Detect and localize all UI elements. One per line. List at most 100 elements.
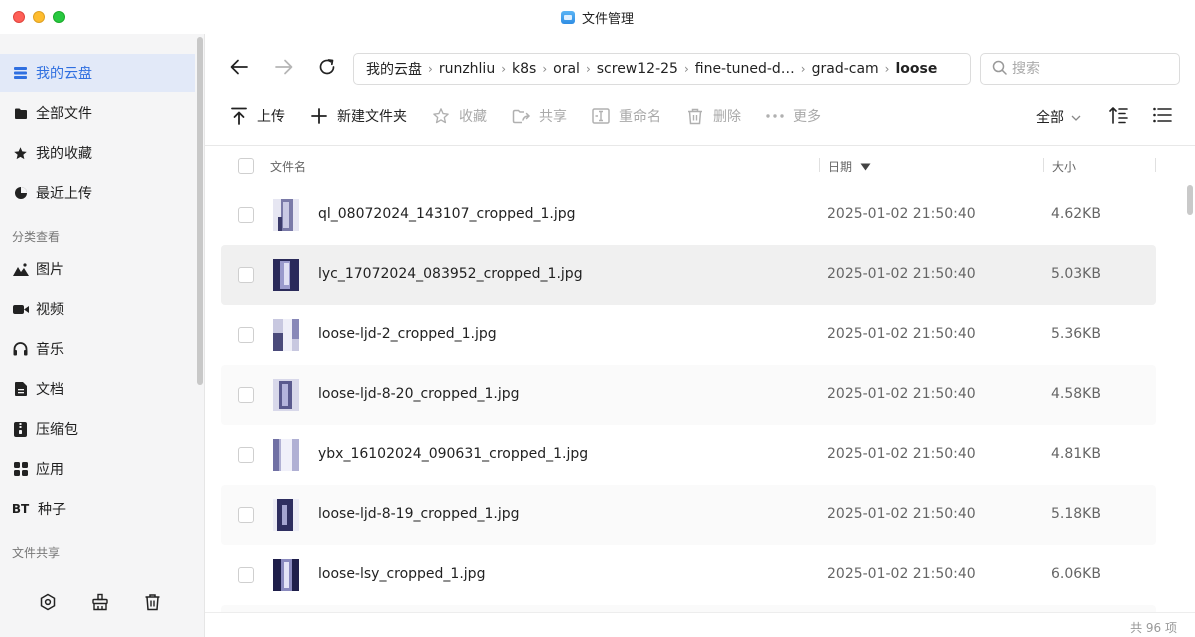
breadcrumb-current: loose xyxy=(895,61,938,77)
file-size: 4.62KB xyxy=(1051,206,1101,222)
table-row[interactable]: loose-ljd-8-20_cropped_1.jpg 2025-01-02 … xyxy=(221,365,1156,425)
image-thumbnail xyxy=(273,559,299,591)
trash-icon[interactable] xyxy=(143,592,162,611)
row-checkbox[interactable] xyxy=(238,507,254,523)
breadcrumb-item[interactable]: screw12-25 xyxy=(597,61,678,77)
main-scrollbar[interactable] xyxy=(1187,185,1193,215)
window-title: 文件管理 xyxy=(560,8,634,27)
chevron-right-icon: › xyxy=(683,62,689,76)
column-header-size[interactable]: 大小 xyxy=(1052,158,1076,175)
image-thumbnail xyxy=(273,319,299,351)
breadcrumb-item[interactable]: 我的云盘 xyxy=(366,59,422,79)
settings-icon[interactable] xyxy=(39,592,58,611)
row-checkbox[interactable] xyxy=(238,267,254,283)
table-row[interactable]: ybx_16102024_090631_cropped_1.jpg 2025-0… xyxy=(221,425,1156,485)
filter-label: 全部 xyxy=(1036,110,1064,126)
sidebar-item-label: 应用 xyxy=(36,462,64,478)
cleanup-icon[interactable] xyxy=(91,592,110,611)
title-bar: 文件管理 xyxy=(0,0,1195,34)
close-window-button[interactable] xyxy=(13,11,25,23)
refresh-button[interactable] xyxy=(314,56,340,82)
file-size: 6.06KB xyxy=(1051,566,1101,582)
forward-button[interactable] xyxy=(271,56,297,82)
breadcrumb-item[interactable]: fine-tuned-d… xyxy=(695,61,795,77)
chevron-right-icon: › xyxy=(428,62,433,76)
sidebar-item-images[interactable]: 图片 xyxy=(0,250,195,288)
upload-icon xyxy=(229,106,249,126)
new-folder-label: 新建文件夹 xyxy=(337,109,407,125)
arrow-right-icon xyxy=(275,59,293,79)
column-divider[interactable] xyxy=(819,158,820,172)
sidebar-item-music[interactable]: 音乐 xyxy=(0,330,195,368)
sidebar-item-torrents[interactable]: BT 种子 xyxy=(0,490,195,528)
row-checkbox[interactable] xyxy=(238,327,254,343)
table-row[interactable]: ql_08072024_143107_cropped_1.jpg 2025-01… xyxy=(221,185,1156,245)
sidebar-scrollbar[interactable] xyxy=(197,37,203,385)
folder-icon xyxy=(12,105,29,122)
file-size: 4.81KB xyxy=(1051,446,1101,462)
row-checkbox[interactable] xyxy=(238,207,254,223)
sidebar-item-favorites[interactable]: 我的收藏 xyxy=(0,134,195,172)
image-thumbnail xyxy=(273,199,299,231)
sidebar-item-recent[interactable]: 最近上传 xyxy=(0,174,195,212)
column-header-date[interactable]: 日期 xyxy=(828,158,871,175)
sidebar-item-videos[interactable]: 视频 xyxy=(0,290,195,328)
bt-icon: BT xyxy=(11,502,30,516)
select-all-checkbox[interactable] xyxy=(238,158,254,174)
upload-button[interactable]: 上传 xyxy=(229,106,285,126)
sidebar-item-apps[interactable]: 应用 xyxy=(0,450,195,488)
sidebar-item-archives[interactable]: 压缩包 xyxy=(0,410,195,448)
image-thumbnail xyxy=(273,439,299,471)
file-date: 2025-01-02 21:50:40 xyxy=(827,566,976,582)
table-row[interactable]: loose-ljd-2_cropped_1.jpg 2025-01-02 21:… xyxy=(221,305,1156,365)
rename-button[interactable]: 重命名 xyxy=(591,106,661,126)
row-checkbox[interactable] xyxy=(238,447,254,463)
sidebar-item-label: 视频 xyxy=(36,302,64,318)
delete-button[interactable]: 删除 xyxy=(685,106,741,126)
breadcrumb-item[interactable]: runzhliu xyxy=(439,61,495,77)
table-row[interactable] xyxy=(221,605,1156,612)
table-row[interactable]: loose-ljd-8-19_cropped_1.jpg 2025-01-02 … xyxy=(221,485,1156,545)
sidebar-item-documents[interactable]: 文档 xyxy=(0,370,195,408)
more-button[interactable]: 更多 xyxy=(765,106,821,126)
star-icon xyxy=(12,145,29,162)
list-view-button[interactable] xyxy=(1151,106,1173,128)
sidebar-item-my-cloud[interactable]: 我的云盘 xyxy=(0,54,195,92)
share-label: 共享 xyxy=(539,109,567,125)
minimize-window-button[interactable] xyxy=(33,11,45,23)
breadcrumb-item[interactable]: grad-cam xyxy=(812,61,879,77)
share-icon xyxy=(511,106,531,126)
favorite-button[interactable]: 收藏 xyxy=(431,106,487,126)
column-divider[interactable] xyxy=(1043,158,1044,172)
delete-label: 删除 xyxy=(713,109,741,125)
refresh-icon xyxy=(318,58,336,80)
file-name: lyc_17072024_083952_cropped_1.jpg xyxy=(318,266,583,282)
sidebar-item-label: 压缩包 xyxy=(36,422,78,438)
list-view-icon xyxy=(1152,107,1172,127)
breadcrumb-item[interactable]: k8s xyxy=(512,61,536,77)
column-header-name[interactable]: 文件名 xyxy=(270,158,306,175)
file-size: 4.58KB xyxy=(1051,386,1101,402)
video-icon xyxy=(12,301,29,318)
breadcrumb-item[interactable]: oral xyxy=(553,61,580,77)
file-table: 文件名 日期 大小 ql_08072024_143107_cropped_1.j… xyxy=(205,145,1195,612)
column-divider[interactable] xyxy=(1155,158,1156,172)
app-icon xyxy=(560,10,575,24)
maximize-window-button[interactable] xyxy=(53,11,65,23)
search-icon xyxy=(992,60,1007,79)
row-checkbox[interactable] xyxy=(238,567,254,583)
table-row[interactable]: loose-lsy_cropped_1.jpg 2025-01-02 21:50… xyxy=(221,545,1156,605)
new-folder-button[interactable]: 新建文件夹 xyxy=(309,106,407,126)
search-input[interactable] xyxy=(1012,61,1172,77)
rename-icon xyxy=(591,106,611,126)
sidebar-item-all-files[interactable]: 全部文件 xyxy=(0,94,195,132)
item-count: 共 96 项 xyxy=(1130,621,1177,635)
sort-order-button[interactable] xyxy=(1107,106,1129,128)
image-thumbnail xyxy=(273,379,299,411)
filter-dropdown[interactable]: 全部 xyxy=(1036,107,1081,127)
back-button[interactable] xyxy=(226,56,252,82)
row-checkbox[interactable] xyxy=(238,387,254,403)
chevron-right-icon: › xyxy=(585,62,591,76)
table-row[interactable]: lyc_17072024_083952_cropped_1.jpg 2025-0… xyxy=(221,245,1156,305)
share-button[interactable]: 共享 xyxy=(511,106,567,126)
